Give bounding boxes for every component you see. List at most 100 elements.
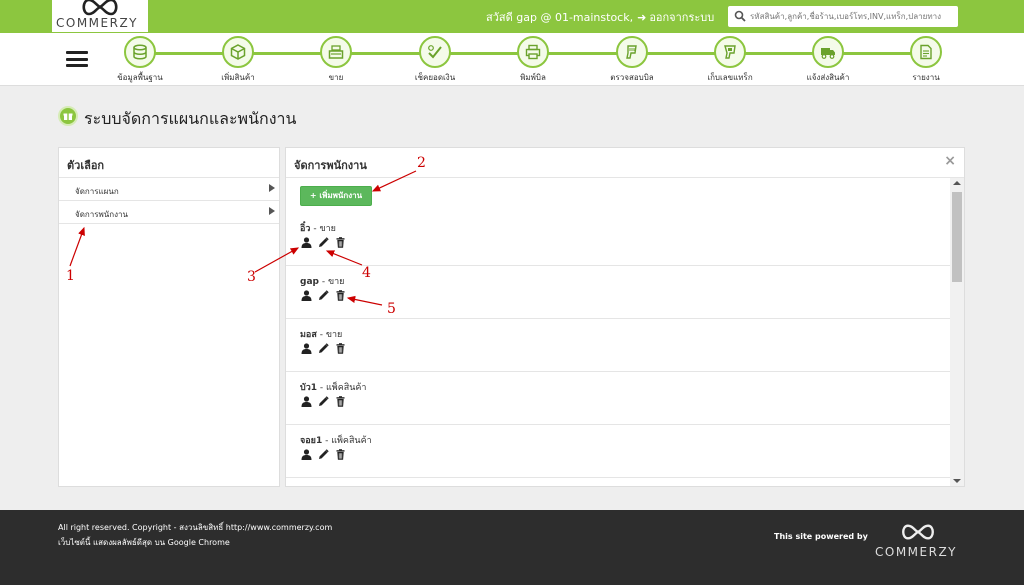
annotation-number-3: 3 xyxy=(247,269,256,285)
footer-text: All right reserved. Copyright - สงวนลิขส… xyxy=(58,520,332,550)
nav-item-label: เก็บเลขแทร็ก xyxy=(707,73,753,82)
gift-icon xyxy=(58,106,78,126)
caret-right-icon xyxy=(269,184,275,192)
staff-management-panel: จัดการพนักงาน × + เพิ่มพนักงาน อิ๋ว - ขา… xyxy=(285,147,965,487)
add-staff-button[interactable]: + เพิ่มพนักงาน xyxy=(300,186,372,206)
staff-name-text: มอส xyxy=(300,330,317,340)
pencil-icon[interactable] xyxy=(318,396,329,407)
trash-icon[interactable] xyxy=(335,396,346,407)
staff-row: มอส - ขาย xyxy=(286,319,950,372)
staff-department: - ขาย xyxy=(316,330,343,340)
user-icon[interactable] xyxy=(301,237,312,248)
nav-item-label: พิมพ์บิล xyxy=(520,73,546,82)
brand-logo[interactable]: COMMERZY xyxy=(52,0,148,32)
scroll-thumb[interactable] xyxy=(952,192,962,282)
logout-icon[interactable]: ➜ xyxy=(637,11,646,24)
staff-name: อิ๋ว - ขาย xyxy=(300,221,336,235)
user-icon[interactable] xyxy=(301,290,312,301)
user-greeting: สวัสดี gap @ 01-mainstock, ➜ ออกจากระบบ xyxy=(486,8,714,26)
trash-icon[interactable] xyxy=(335,343,346,354)
trash-icon[interactable] xyxy=(335,449,346,460)
annotation-number-5: 5 xyxy=(387,301,396,317)
nav-item-8[interactable]: รายงาน xyxy=(886,35,966,85)
search-icon xyxy=(734,10,746,22)
nav-item-5[interactable]: ตรวจสอบบิล xyxy=(592,35,672,85)
nav-item-label: เช็คยอดเงิน xyxy=(414,73,456,82)
caret-right-icon xyxy=(269,207,275,215)
nav-item-7[interactable]: แจ้งส่งสินค้า xyxy=(788,35,868,85)
scrollbar[interactable] xyxy=(950,178,964,486)
annotation-number-2: 2 xyxy=(417,155,426,171)
nav-item-3[interactable]: เช็คยอดเงิน xyxy=(395,35,475,85)
nav-item-label: ขาย xyxy=(328,73,344,82)
nav-item-label: เพิ่มสินค้า xyxy=(221,73,255,82)
options-panel: ตัวเลือก จัดการแผนก จัดการพนักงาน xyxy=(58,147,280,487)
pencil-icon[interactable] xyxy=(318,290,329,301)
menu-item-manage-staff[interactable]: จัดการพนักงาน xyxy=(59,201,279,224)
copyright-text: All right reserved. Copyright - สงวนลิขส… xyxy=(58,523,333,532)
nav-item-1[interactable]: เพิ่มสินค้า xyxy=(198,35,278,85)
nav-item-label: ข้อมูลพื้นฐาน xyxy=(117,73,163,82)
staff-name-text: gap xyxy=(300,277,319,287)
menu-item-manage-departments[interactable]: จัดการแผนก xyxy=(59,178,279,201)
staff-name: gap - ขาย xyxy=(300,274,344,288)
pencil-icon[interactable] xyxy=(318,449,329,460)
footer-logo-text: COMMERZY xyxy=(875,545,958,559)
nav-item-6[interactable]: เก็บเลขแทร็ก xyxy=(690,35,770,85)
annotation-number-4: 4 xyxy=(362,265,371,281)
scanner-icon xyxy=(616,36,648,68)
staff-panel-heading: จัดการพนักงาน xyxy=(286,148,964,178)
pencil-icon[interactable] xyxy=(318,237,329,248)
trash-icon[interactable] xyxy=(335,237,346,248)
close-icon[interactable]: × xyxy=(944,153,956,169)
database-icon xyxy=(124,36,156,68)
user-icon[interactable] xyxy=(301,396,312,407)
logout-link[interactable]: ออกจากระบบ xyxy=(649,11,714,24)
scroll-down-arrow-icon[interactable] xyxy=(953,479,961,483)
cash-register-icon xyxy=(320,36,352,68)
annotation-number-1: 1 xyxy=(66,268,75,284)
pencil-icon[interactable] xyxy=(318,343,329,354)
printer-icon xyxy=(517,36,549,68)
user-icon[interactable] xyxy=(301,449,312,460)
page-title-text: ระบบจัดการแผนกและพนักงาน xyxy=(84,109,297,128)
staff-row: บัว1 - แพ็คสินค้า xyxy=(286,372,950,425)
nav-item-label: แจ้งส่งสินค้า xyxy=(806,73,850,82)
infinity-logo-icon xyxy=(902,524,934,540)
staff-name: มอส - ขาย xyxy=(300,327,342,341)
trash-icon[interactable] xyxy=(335,290,346,301)
top-bar: COMMERZY สวัสดี gap @ 01-mainstock, ➜ ออกจ… xyxy=(0,0,1024,33)
truck-icon xyxy=(812,36,844,68)
brand-logo-text: COMMERZY xyxy=(56,16,139,30)
report-icon xyxy=(910,36,942,68)
nav-item-0[interactable]: ข้อมูลพื้นฐาน xyxy=(100,35,180,85)
staff-row: จอย1 - แพ็คสินค้า xyxy=(286,425,950,478)
scroll-up-arrow-icon[interactable] xyxy=(953,181,961,185)
powered-by-text: This site powered by xyxy=(774,532,868,541)
user-icon[interactable] xyxy=(301,343,312,354)
footer-logo[interactable]: COMMERZY xyxy=(870,522,966,562)
hamburger-menu-icon[interactable] xyxy=(66,51,88,67)
staff-row: gap - ขาย xyxy=(286,266,950,319)
search-box[interactable] xyxy=(728,6,958,27)
search-input[interactable] xyxy=(750,8,954,25)
menu-item-label: จัดการพนักงาน xyxy=(75,210,128,219)
staff-name: จอย1 - แพ็คสินค้า xyxy=(300,433,372,447)
nav-item-2[interactable]: ขาย xyxy=(296,35,376,85)
staff-department: - ขาย xyxy=(318,277,345,287)
staff-name: บัว1 - แพ็คสินค้า xyxy=(300,380,366,394)
staff-department: - แพ็คสินค้า xyxy=(317,383,367,393)
options-panel-heading: ตัวเลือก xyxy=(59,148,279,178)
staff-name-text: อิ๋ว xyxy=(300,224,311,234)
footer: All right reserved. Copyright - สงวนลิขส… xyxy=(0,510,1024,585)
staff-name-text: บัว1 xyxy=(300,383,318,393)
staff-department: - ขาย xyxy=(310,224,336,234)
browser-note: เว็บไซต์นี้ แสดงผลลัพธ์ดีสุด บน Google C… xyxy=(58,538,230,547)
greeting-text: สวัสดี gap @ 01-mainstock, xyxy=(486,11,634,24)
nav-item-label: รายงาน xyxy=(912,73,940,82)
staff-row: อิ๋ว - ขาย xyxy=(286,213,950,266)
nav-item-4[interactable]: พิมพ์บิล xyxy=(493,35,573,85)
staff-name-text: จอย1 xyxy=(300,436,323,446)
main-nav: ข้อมูลพื้นฐาน เพิ่มสินค้า ขาย เช็คยอดเงิน พิ… xyxy=(0,33,1024,86)
box-icon xyxy=(222,36,254,68)
